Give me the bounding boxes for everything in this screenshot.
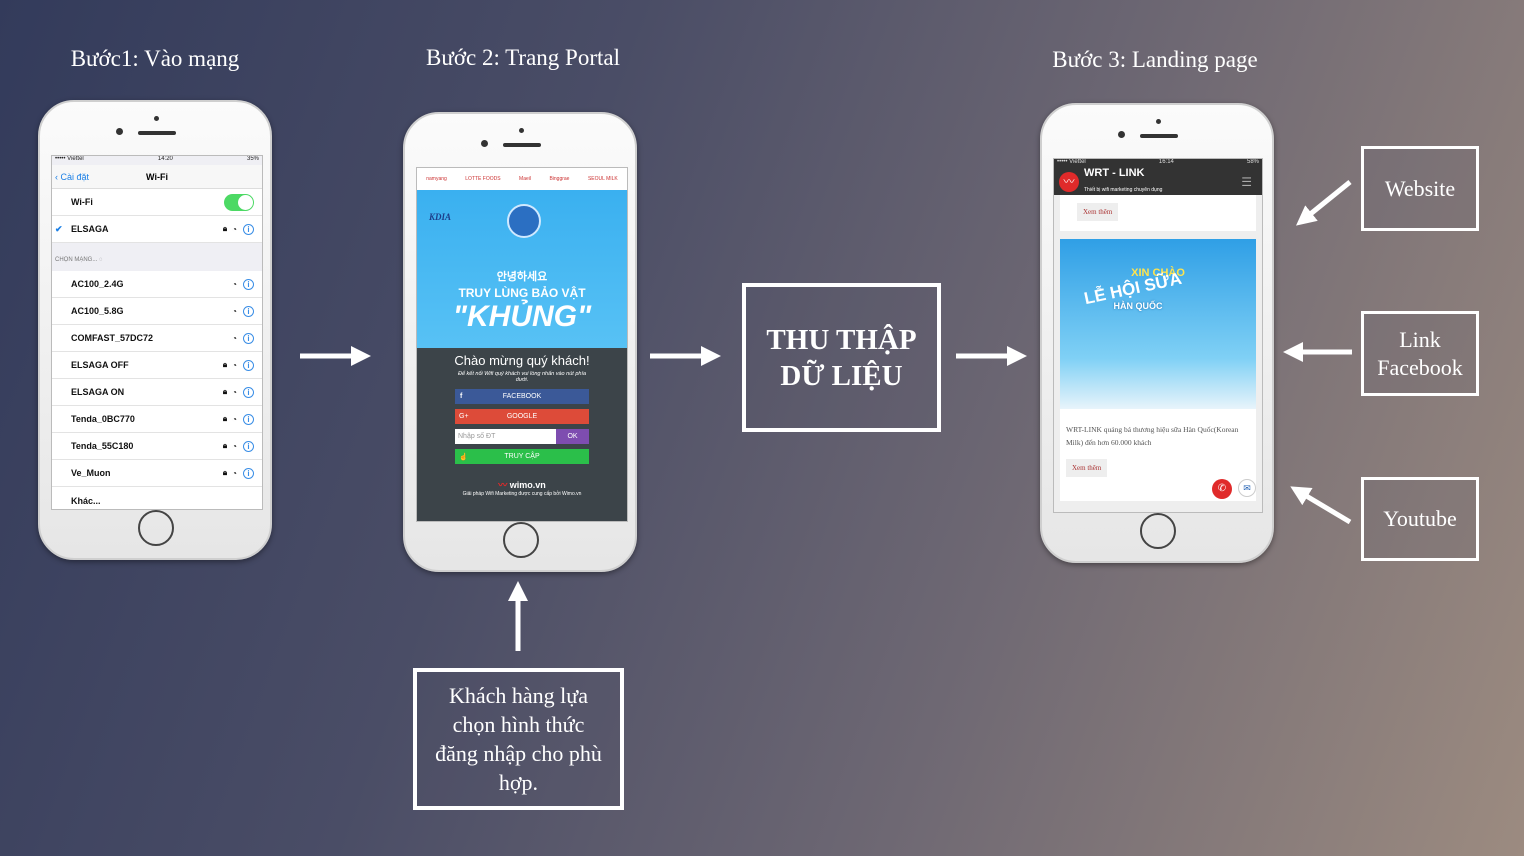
flow-arrows [300,180,1352,651]
arrow-youtube [1290,486,1352,525]
arrow-website [1296,180,1352,226]
